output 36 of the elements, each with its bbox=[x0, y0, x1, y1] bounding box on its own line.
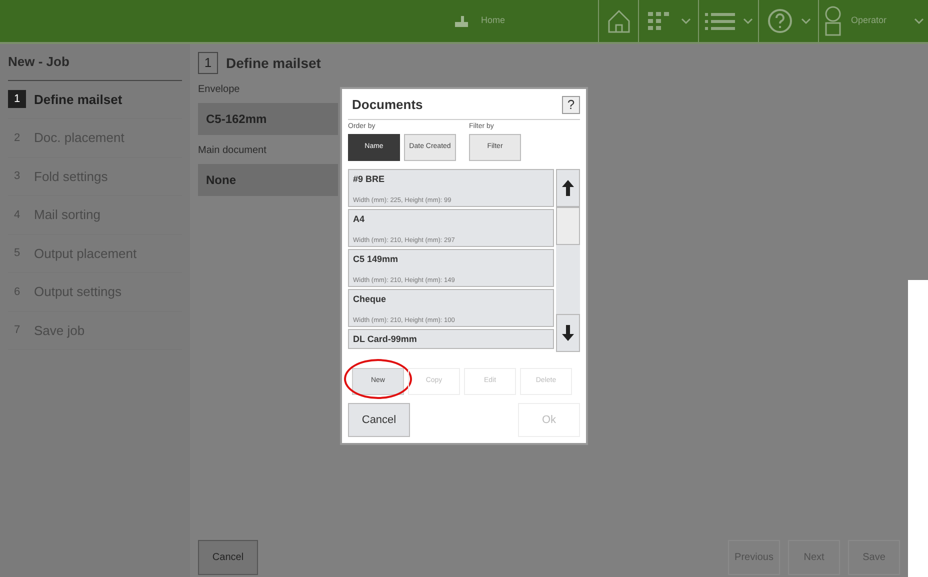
cancel-button[interactable]: Cancel bbox=[198, 540, 258, 575]
step-number: 1 bbox=[198, 52, 218, 74]
scroll-up-button[interactable] bbox=[556, 169, 580, 207]
cancel-button[interactable]: Cancel bbox=[348, 403, 410, 437]
scrollbar[interactable] bbox=[556, 169, 580, 352]
dialog-title: Documents bbox=[351, 96, 423, 114]
scroll-thumb[interactable] bbox=[556, 207, 580, 245]
document-name: DL Card-99mm bbox=[353, 333, 418, 346]
user-menu-button[interactable]: Operator bbox=[818, 0, 928, 42]
select-field[interactable]: None bbox=[198, 164, 338, 196]
help-button[interactable]: ? bbox=[562, 96, 580, 114]
document-name: Cheque bbox=[353, 293, 388, 306]
step-label: Define mailset bbox=[34, 90, 122, 108]
scroll-down-button[interactable] bbox=[556, 314, 580, 352]
home-icon bbox=[606, 8, 632, 34]
document-name: A4 bbox=[353, 213, 366, 226]
chevron-down-icon bbox=[800, 17, 810, 25]
step-item[interactable]: 1 Define mailset bbox=[8, 80, 182, 119]
document-item[interactable]: DL Card-99mm bbox=[348, 329, 554, 349]
document-name: #9 BRE bbox=[353, 173, 386, 186]
field-label: Main document bbox=[198, 144, 266, 158]
select-field[interactable]: C5-162mm bbox=[198, 103, 338, 135]
chevron-down-icon bbox=[680, 17, 690, 25]
chevron-down-icon bbox=[914, 17, 924, 25]
arrow-up-icon bbox=[562, 180, 574, 196]
sidebar-title: New - Job bbox=[8, 52, 182, 80]
step-heading: Define mailset bbox=[226, 54, 321, 72]
field-label: Envelope bbox=[198, 83, 240, 97]
logo-label: Home bbox=[480, 14, 505, 28]
list-icon bbox=[704, 11, 734, 31]
user-icon bbox=[823, 5, 843, 37]
help-icon bbox=[766, 8, 792, 34]
arrow-down-icon bbox=[562, 325, 574, 342]
step-number: 1 bbox=[8, 90, 26, 108]
chevron-down-icon bbox=[742, 17, 752, 25]
document-name: C5 149mm bbox=[353, 253, 400, 266]
